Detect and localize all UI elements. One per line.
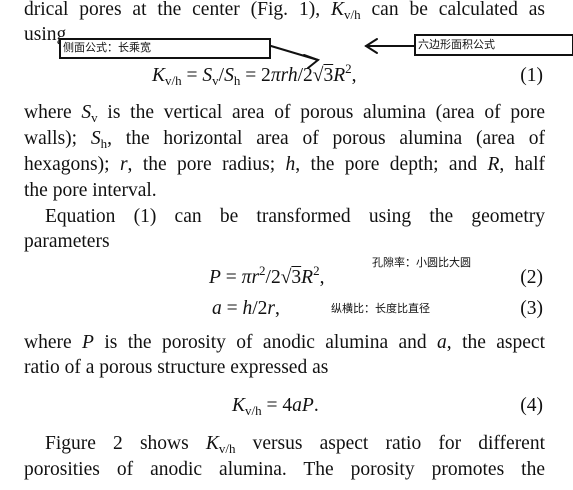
aspect-ratio-note: 纵横比：长度比直径 [331,302,430,315]
paragraph-4-line-2: ratio of a porous structure expressed as [24,357,329,378]
left-arrow [364,38,415,54]
paragraph-2-line-4: the pore interval. [24,180,157,201]
equation-2: P = πr2/2√3R2, [209,263,325,288]
paragraph-2-line-3: hexagons); r, the pore radius; h, the po… [24,154,545,175]
paragraph-2-line-1: where Sv is the vertical area of porous … [24,102,546,125]
paragraph-4-line-1: where P is the porosity of anodic alumin… [24,332,546,353]
paper-page: drical pores at the center (Fig. 1), Kv/… [0,0,573,490]
equation-4: Kv/h = 4aP. [232,395,319,418]
equation-4-number: (4) [520,395,543,416]
paragraph-5-line-2: porosities of anodic alumina. The porosi… [24,459,545,480]
porosity-note: 孔隙率：小圆比大圆 [372,256,471,269]
paragraph-5-line-1: Figure 2 shows Kv/h versus aspect ratio … [45,433,546,456]
paragraph-3-line-1: Equation (1) can be transformed using th… [45,206,545,227]
equation-1: Kv/h = Sv/Sh = 2πrh/2√3R2, [152,61,357,88]
equation-1-number: (1) [520,65,543,86]
paragraph-2-line-2: walls); Sh, the horizontal area of porou… [24,128,545,151]
paragraph-3-line-2: parameters [24,231,110,252]
equation-2-number: (2) [520,267,543,288]
equation-3: a = h/2r, [212,298,280,319]
equation-3-number: (3) [520,298,543,319]
